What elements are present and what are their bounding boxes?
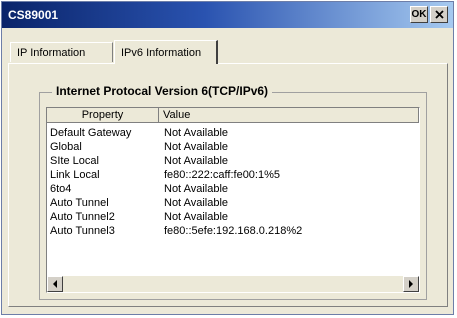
list-item[interactable]: 6to4 Not Available: [47, 182, 419, 196]
value-cell: Not Available: [164, 141, 229, 153]
tab-label: IP Information: [17, 47, 86, 59]
value-cell: fe80::5efe:192.168.0.218%2: [164, 225, 303, 237]
list-item[interactable]: SIte Local Not Available: [47, 154, 419, 168]
list-item[interactable]: Auto Tunnel3 fe80::5efe:192.168.0.218%2: [47, 224, 419, 238]
window-title: CS89001: [8, 8, 59, 22]
list-item[interactable]: Global Not Available: [47, 140, 419, 154]
value-cell: Not Available: [164, 197, 229, 209]
property-cell: SIte Local: [50, 155, 99, 167]
title-bar[interactable]: CS89001 OK: [2, 2, 453, 28]
property-cell: 6to4: [50, 183, 72, 195]
dialog-window: CS89001 OK IP Information IPv6 Informati…: [1, 1, 454, 315]
horizontal-scrollbar[interactable]: [47, 276, 419, 292]
property-cell: Auto Tunnel: [50, 197, 109, 209]
column-header-property[interactable]: Property: [47, 108, 159, 123]
tab-strip: IP Information IPv6 Information: [2, 40, 453, 64]
tab-ip-information[interactable]: IP Information: [10, 42, 113, 62]
list-item[interactable]: Default Gateway Not Available: [47, 126, 419, 140]
list-item[interactable]: Link Local fe80::222:caff:fe00:1%5: [47, 168, 419, 182]
ipv6-property-list[interactable]: Property Value Default Gateway Not Avail…: [46, 107, 420, 293]
arrow-right-icon: [409, 280, 413, 288]
tab-ipv6-information[interactable]: IPv6 Information: [114, 40, 218, 64]
ok-button[interactable]: OK: [410, 6, 428, 23]
scroll-right-button[interactable]: [403, 276, 419, 292]
close-button[interactable]: [430, 6, 448, 23]
value-cell: fe80::222:caff:fe00:1%5: [164, 169, 280, 181]
column-header-value[interactable]: Value: [159, 108, 419, 123]
close-icon: [434, 10, 444, 19]
value-cell: Not Available: [164, 155, 229, 167]
property-cell: Auto Tunnel3: [50, 225, 115, 237]
group-title: Internet Protocal Version 6(TCP/IPv6): [52, 84, 273, 98]
value-cell: Not Available: [164, 211, 229, 223]
property-cell: Default Gateway: [50, 127, 132, 139]
list-rows: Default Gateway Not Available Global Not…: [47, 126, 419, 238]
ipv6-group-box: Internet Protocal Version 6(TCP/IPv6) Pr…: [39, 84, 427, 300]
tab-label: IPv6 Information: [121, 47, 202, 59]
list-header: Property Value: [47, 108, 419, 124]
value-cell: Not Available: [164, 183, 229, 195]
property-cell: Auto Tunnel2: [50, 211, 115, 223]
list-item[interactable]: Auto Tunnel Not Available: [47, 196, 419, 210]
list-item[interactable]: Auto Tunnel2 Not Available: [47, 210, 419, 224]
tab-page: Internet Protocal Version 6(TCP/IPv6) Pr…: [8, 63, 448, 307]
property-cell: Link Local: [50, 169, 100, 181]
value-cell: Not Available: [164, 127, 229, 139]
property-cell: Global: [50, 141, 82, 153]
arrow-left-icon: [53, 280, 57, 288]
scroll-left-button[interactable]: [47, 276, 63, 292]
